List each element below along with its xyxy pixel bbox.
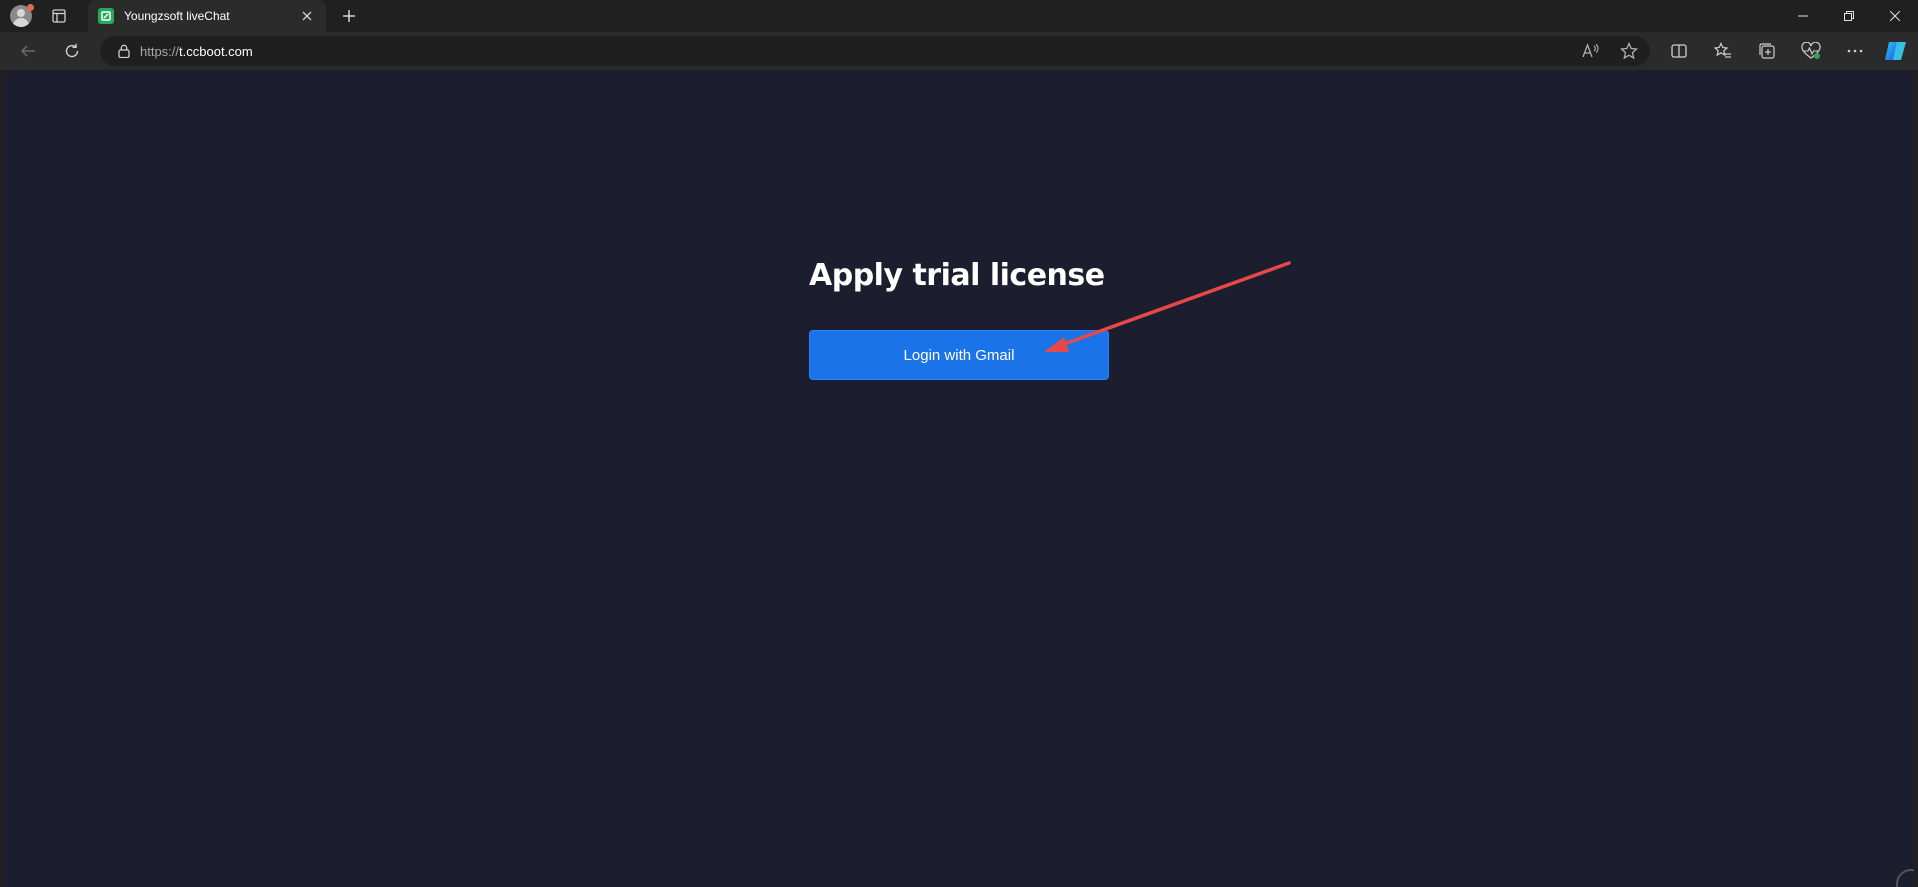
split-screen-button[interactable]	[1668, 40, 1690, 62]
tab-strip: Youngzsoft liveChat	[0, 0, 1918, 32]
corner-resize-indicator	[1896, 869, 1914, 887]
restore-icon	[1844, 11, 1854, 21]
back-arrow-icon	[21, 45, 35, 57]
annotation-arrow	[1044, 261, 1291, 352]
close-window-button[interactable]	[1872, 0, 1918, 32]
tab-title: Youngzsoft liveChat	[124, 9, 230, 23]
refresh-button[interactable]	[60, 39, 84, 63]
tab-close-button[interactable]	[298, 7, 316, 25]
minimize-icon	[1798, 15, 1808, 17]
more-button[interactable]	[1844, 40, 1866, 62]
url-host: t.ccboot.com	[179, 43, 253, 59]
address-bar-actions	[1580, 40, 1640, 62]
favorites-icon	[1714, 42, 1731, 58]
read-aloud-button[interactable]	[1580, 40, 1602, 62]
plus-icon	[343, 10, 355, 22]
close-icon	[1890, 11, 1900, 21]
back-button[interactable]	[16, 39, 40, 63]
browser-essentials-button[interactable]	[1800, 40, 1822, 62]
tab-active[interactable]: Youngzsoft liveChat	[88, 0, 326, 32]
read-aloud-icon	[1582, 43, 1599, 58]
tab-actions-button[interactable]	[48, 6, 70, 26]
url-scheme: https://	[140, 43, 180, 59]
copilot-button[interactable]	[1883, 39, 1909, 63]
split-screen-icon	[1671, 44, 1687, 58]
favorites-button[interactable]	[1712, 40, 1734, 62]
livechat-favicon-icon	[98, 8, 114, 24]
restore-button[interactable]	[1826, 0, 1872, 32]
star-icon	[1620, 42, 1638, 60]
minimize-button[interactable]	[1780, 0, 1826, 32]
add-favorite-button[interactable]	[1618, 40, 1640, 62]
lock-icon[interactable]	[116, 43, 132, 59]
collections-icon	[1759, 43, 1775, 59]
browser-window: Youngzsoft liveChat https:// t.ccboot.co…	[0, 0, 1918, 887]
window-controls	[1780, 0, 1918, 32]
more-icon	[1847, 49, 1863, 53]
close-icon	[302, 11, 312, 21]
address-bar[interactable]: https://t.ccboot.com	[100, 36, 1650, 66]
browser-toolbar: https://t.ccboot.com	[0, 32, 1918, 70]
copilot-icon	[1885, 42, 1906, 60]
tab-actions-icon	[52, 9, 66, 23]
new-tab-button[interactable]	[338, 5, 360, 27]
login-with-gmail-button[interactable]: Login with Gmail	[809, 330, 1109, 380]
notification-dot	[27, 4, 34, 11]
refresh-icon	[65, 43, 79, 58]
page-title: Apply trial license	[809, 258, 1105, 293]
heart-pulse-icon	[1801, 42, 1821, 59]
page-viewport: Apply trial license Login with Gmail	[4, 70, 1914, 887]
collections-button[interactable]	[1756, 40, 1778, 62]
